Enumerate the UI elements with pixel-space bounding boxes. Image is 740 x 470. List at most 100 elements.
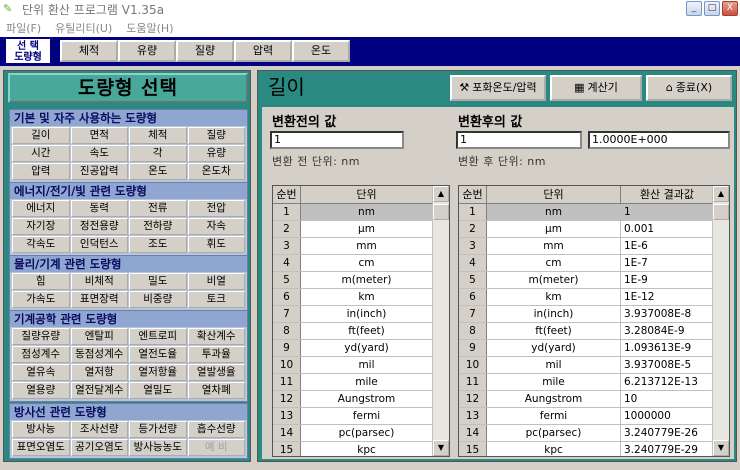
measure-button[interactable]: 체적 bbox=[129, 127, 187, 144]
measure-button[interactable]: 속도 bbox=[70, 145, 128, 162]
measure-button[interactable]: 길이 bbox=[12, 127, 70, 144]
measure-button[interactable]: 진공압력 bbox=[70, 163, 128, 180]
measure-button[interactable]: 점성계수 bbox=[12, 346, 70, 363]
measure-button[interactable]: 자기장 bbox=[12, 218, 70, 235]
menu-file[interactable]: 파일(F) bbox=[6, 20, 41, 36]
table-row[interactable]: 9 yd(yard) 1.093613E-9 bbox=[459, 340, 729, 357]
measure-button[interactable]: 질량 bbox=[187, 127, 245, 144]
exit-button[interactable]: ⌂ 종료(X) bbox=[646, 75, 732, 101]
table-row[interactable]: 6 km 1E-12 bbox=[459, 289, 729, 306]
table-row[interactable]: 14 pc(parsec) bbox=[273, 425, 449, 442]
measure-button[interactable]: 방사능농도 bbox=[129, 439, 187, 456]
measure-button[interactable]: 면적 bbox=[70, 127, 128, 144]
scroll-up-arrow[interactable]: ▲ bbox=[433, 186, 449, 202]
table-row[interactable]: 9 yd(yard) bbox=[273, 340, 449, 357]
measure-button[interactable]: 각속도 bbox=[12, 236, 70, 253]
measure-button[interactable]: 흡수선량 bbox=[187, 421, 245, 438]
measure-button[interactable]: 자속 bbox=[187, 218, 245, 235]
measure-button[interactable]: 온도차 bbox=[187, 163, 245, 180]
measure-button[interactable]: 밀도 bbox=[129, 273, 187, 290]
table-row[interactable]: 1 nm bbox=[273, 204, 449, 221]
measure-button[interactable]: 열전도율 bbox=[129, 346, 187, 363]
measure-button[interactable]: 열발생율 bbox=[187, 364, 245, 381]
table-row[interactable]: 1 nm 1 bbox=[459, 204, 729, 221]
measure-button[interactable]: 엔트로피 bbox=[129, 328, 187, 345]
scroll-down-arrow[interactable]: ▼ bbox=[713, 440, 729, 456]
menu-utility[interactable]: 유틸리티(U) bbox=[55, 20, 112, 36]
table-row[interactable]: 8 ft(feet) 3.28084E-9 bbox=[459, 323, 729, 340]
table-row[interactable]: 7 in(inch) 3.937008E-8 bbox=[459, 306, 729, 323]
measure-button[interactable]: 시간 bbox=[12, 145, 70, 162]
table-row[interactable]: 11 mile bbox=[273, 374, 449, 391]
table-row[interactable]: 2 μm bbox=[273, 221, 449, 238]
measure-button[interactable]: 토크 bbox=[187, 291, 245, 308]
measure-button[interactable]: 조도 bbox=[129, 236, 187, 253]
scroll-thumb[interactable] bbox=[433, 204, 449, 220]
close-button[interactable]: X bbox=[722, 1, 738, 16]
menu-help[interactable]: 도움말(H) bbox=[126, 20, 173, 36]
measure-button[interactable]: 전하량 bbox=[129, 218, 187, 235]
table-row[interactable]: 13 fermi 1000000 bbox=[459, 408, 729, 425]
measure-button[interactable]: 방사능 bbox=[12, 421, 70, 438]
measure-button[interactable]: 등가선량 bbox=[129, 421, 187, 438]
table-row[interactable]: 10 mil 3.937008E-5 bbox=[459, 357, 729, 374]
measure-button[interactable]: 열밀도 bbox=[129, 382, 187, 399]
table-row[interactable]: 13 fermi bbox=[273, 408, 449, 425]
measure-button[interactable]: 비체적 bbox=[70, 273, 128, 290]
measure-button[interactable]: 확산계수 bbox=[187, 328, 245, 345]
measure-button[interactable]: 열저항 bbox=[70, 364, 128, 381]
measure-button[interactable]: 힘 bbox=[12, 273, 70, 290]
measure-button[interactable]: 유량 bbox=[187, 145, 245, 162]
before-value-input[interactable]: 1 bbox=[270, 131, 404, 149]
table-row[interactable]: 8 ft(feet) bbox=[273, 323, 449, 340]
table-row[interactable]: 15 kpc 3.240779E-29 bbox=[459, 442, 729, 456]
measure-button[interactable]: 열저항율 bbox=[129, 364, 187, 381]
table-row[interactable]: 12 Aungstrom 10 bbox=[459, 391, 729, 408]
measure-button[interactable]: 투과율 bbox=[187, 346, 245, 363]
calculator-button[interactable]: ▦ 계산기 bbox=[550, 75, 642, 101]
measure-button[interactable]: 압력 bbox=[12, 163, 70, 180]
measure-button[interactable]: 표면오염도 bbox=[12, 439, 70, 456]
table-row[interactable]: 14 pc(parsec) 3.240779E-26 bbox=[459, 425, 729, 442]
after-value-input[interactable]: 1 bbox=[456, 131, 582, 149]
minimize-button[interactable]: _ bbox=[686, 1, 702, 16]
measure-button[interactable]: 전압 bbox=[187, 200, 245, 217]
measure-button[interactable]: 열전달계수 bbox=[70, 382, 128, 399]
measure-button[interactable]: 동력 bbox=[70, 200, 128, 217]
table-row[interactable]: 15 kpc bbox=[273, 442, 449, 456]
scroll-thumb[interactable] bbox=[713, 204, 729, 220]
measure-button[interactable]: 온도 bbox=[129, 163, 187, 180]
scroll-up-arrow[interactable]: ▲ bbox=[713, 186, 729, 202]
saturation-temp-pressure-button[interactable]: ⚒ 포화온도/압력 bbox=[450, 75, 546, 101]
table-row[interactable]: 4 cm bbox=[273, 255, 449, 272]
measure-button[interactable]: 열용량 bbox=[12, 382, 70, 399]
measure-button[interactable]: 가속도 bbox=[12, 291, 70, 308]
measure-button[interactable]: 휘도 bbox=[187, 236, 245, 253]
category-volume-button[interactable]: 체적 bbox=[60, 40, 118, 62]
measure-button[interactable]: 에너지 bbox=[12, 200, 70, 217]
maximize-button[interactable]: □ bbox=[704, 1, 720, 16]
table-row[interactable]: 6 km bbox=[273, 289, 449, 306]
table-row[interactable]: 4 cm 1E-7 bbox=[459, 255, 729, 272]
category-pressure-button[interactable]: 압력 bbox=[234, 40, 292, 62]
measure-button[interactable]: 인덕턴스 bbox=[70, 236, 128, 253]
measure-button[interactable]: 동점성계수 bbox=[70, 346, 128, 363]
table-row[interactable]: 12 Aungstrom bbox=[273, 391, 449, 408]
measure-button[interactable]: 공기오염도 bbox=[70, 439, 128, 456]
result-table-scrollbar[interactable]: ▲ ▼ bbox=[712, 186, 729, 456]
table-row[interactable]: 3 mm 1E-6 bbox=[459, 238, 729, 255]
table-row[interactable]: 10 mil bbox=[273, 357, 449, 374]
table-row[interactable]: 11 mile 6.213712E-13 bbox=[459, 374, 729, 391]
measure-button[interactable]: 엔탈피 bbox=[70, 328, 128, 345]
category-mass-button[interactable]: 질량 bbox=[176, 40, 234, 62]
measure-button[interactable]: 표면장력 bbox=[70, 291, 128, 308]
measure-button[interactable]: 열유속 bbox=[12, 364, 70, 381]
table-row[interactable]: 3 mm bbox=[273, 238, 449, 255]
measure-button[interactable]: 열차폐 bbox=[187, 382, 245, 399]
table-row[interactable]: 5 m(meter) bbox=[273, 272, 449, 289]
measure-button[interactable]: 조사선량 bbox=[70, 421, 128, 438]
table-row[interactable]: 2 μm 0.001 bbox=[459, 221, 729, 238]
table-row[interactable]: 7 in(inch) bbox=[273, 306, 449, 323]
measure-button[interactable]: 비중량 bbox=[129, 291, 187, 308]
category-temperature-button[interactable]: 온도 bbox=[292, 40, 350, 62]
